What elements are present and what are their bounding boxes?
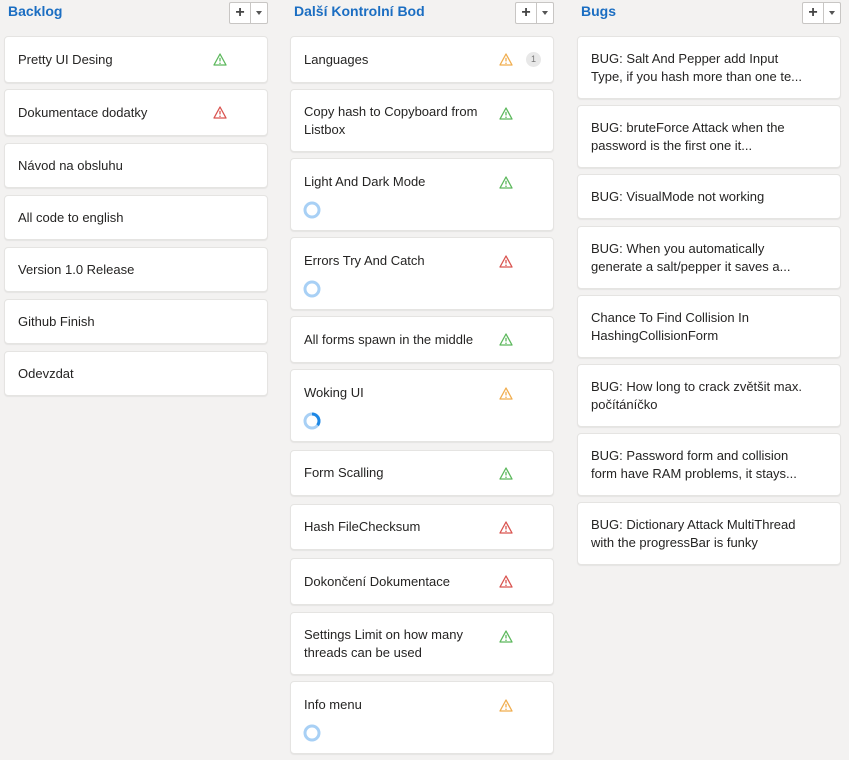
card[interactable]: Hash FileChecksum	[290, 504, 554, 550]
card-title: Návod na obsluhu	[18, 158, 123, 173]
column-menu-button[interactable]	[824, 3, 840, 23]
card-title: Dokumentace dodatky	[18, 105, 148, 120]
add-card-button[interactable]: +	[230, 3, 251, 23]
card[interactable]: Dokumentace dodatky	[4, 89, 268, 136]
card-title: BUG: When you automatically generate a s…	[591, 241, 791, 274]
card[interactable]: Woking UI	[290, 369, 554, 442]
card-title: BUG: Salt And Pepper add Input Type, if …	[591, 51, 803, 84]
column-actions: +	[802, 2, 841, 24]
card[interactable]: BUG: Dictionary Attack MultiThread with …	[577, 502, 841, 565]
column-bugs: Bugs + BUG: Salt And Pepper add Input Ty…	[577, 0, 843, 565]
card-title: Form Scalling	[304, 465, 384, 480]
warning-icon	[499, 575, 513, 588]
card[interactable]: Form Scalling	[290, 450, 554, 496]
card[interactable]: Version 1.0 Release	[4, 247, 268, 292]
card[interactable]: Info menu	[290, 681, 554, 754]
column-title[interactable]: Další Kontrolní Bod	[294, 3, 425, 19]
column-menu-button[interactable]	[251, 3, 267, 23]
card[interactable]: BUG: When you automatically generate a s…	[577, 226, 841, 289]
card[interactable]: BUG: VisualMode not working	[577, 174, 841, 219]
card-title: Settings Limit on how many threads can b…	[304, 627, 463, 660]
warning-icon	[499, 107, 513, 120]
card-title: Pretty UI Desing	[18, 52, 113, 67]
warning-icon	[499, 699, 513, 712]
plus-icon: +	[235, 4, 245, 21]
card[interactable]: Copy hash to Copyboard from Listbox	[290, 89, 554, 152]
warning-icon	[499, 333, 513, 346]
count-badge: 1	[526, 52, 541, 67]
column-header: Backlog +	[4, 0, 270, 30]
card[interactable]: Pretty UI Desing	[4, 36, 268, 83]
card[interactable]: Errors Try And Catch	[290, 237, 554, 310]
card-title: Odevzdat	[18, 366, 74, 381]
card-title: BUG: How long to crack zvětšit max. počí…	[591, 379, 802, 412]
plus-icon: +	[808, 4, 818, 21]
card[interactable]: Github Finish	[4, 299, 268, 344]
card[interactable]: Light And Dark Mode	[290, 158, 554, 231]
progress-ring-icon	[303, 724, 321, 742]
warning-icon	[499, 521, 513, 534]
add-card-button[interactable]: +	[803, 3, 824, 23]
card[interactable]: BUG: bruteForce Attack when the password…	[577, 105, 841, 168]
card-title: Hash FileChecksum	[304, 519, 421, 534]
warning-icon	[499, 255, 513, 268]
column-header: Další Kontrolní Bod +	[290, 0, 556, 30]
column-dalsi-kontrolni-bod: Další Kontrolní Bod + Languages 1 Copy has…	[290, 0, 556, 754]
card[interactable]: All forms spawn in the middle	[290, 316, 554, 363]
warning-icon	[499, 53, 513, 66]
column-actions: +	[229, 2, 268, 24]
card[interactable]: BUG: Salt And Pepper add Input Type, if …	[577, 36, 841, 99]
warning-icon	[213, 53, 227, 66]
card-title: Dokončení Dokumentace	[304, 574, 450, 589]
warning-icon	[499, 387, 513, 400]
chevron-down-icon	[256, 11, 262, 15]
column-title[interactable]: Bugs	[581, 3, 616, 19]
card-title: Info menu	[304, 697, 362, 712]
card-title: BUG: Dictionary Attack MultiThread with …	[591, 517, 796, 550]
card[interactable]: BUG: Password form and collision form ha…	[577, 433, 841, 496]
card-title: All code to english	[18, 210, 124, 225]
progress-ring-icon	[303, 201, 321, 219]
card-title: Languages	[304, 52, 369, 67]
add-card-button[interactable]: +	[516, 3, 537, 23]
warning-icon	[499, 176, 513, 189]
progress-ring-icon	[303, 280, 321, 298]
card-title: Github Finish	[18, 314, 95, 329]
chevron-down-icon	[829, 11, 835, 15]
card-title: Light And Dark Mode	[304, 174, 426, 189]
column-backlog: Backlog + Pretty UI Desing Dokumentace do…	[4, 0, 270, 396]
card[interactable]: BUG: How long to crack zvětšit max. počí…	[577, 364, 841, 427]
column-header: Bugs +	[577, 0, 843, 30]
card-title: Copy hash to Copyboard from Listbox	[304, 104, 478, 137]
card[interactable]: All code to english	[4, 195, 268, 240]
card[interactable]: Languages 1	[290, 36, 554, 83]
card-title: Errors Try And Catch	[304, 253, 425, 268]
card-title: Woking UI	[304, 385, 364, 400]
column-title[interactable]: Backlog	[8, 3, 62, 19]
column-menu-button[interactable]	[537, 3, 553, 23]
chevron-down-icon	[542, 11, 548, 15]
warning-icon	[499, 467, 513, 480]
card[interactable]: Dokončení Dokumentace	[290, 558, 554, 605]
card-title: BUG: Password form and collision form ha…	[591, 448, 797, 481]
progress-ring-icon	[303, 412, 321, 430]
card-title: BUG: bruteForce Attack when the password…	[591, 120, 785, 153]
column-actions: +	[515, 2, 554, 24]
plus-icon: +	[521, 4, 531, 21]
card[interactable]: Chance To Find Collision In HashingColli…	[577, 295, 841, 358]
warning-icon	[499, 630, 513, 643]
warning-icon	[213, 106, 227, 119]
card-title: All forms spawn in the middle	[304, 332, 474, 347]
card[interactable]: Settings Limit on how many threads can b…	[290, 612, 554, 675]
card-title: BUG: VisualMode not working	[591, 189, 765, 204]
card[interactable]: Odevzdat	[4, 351, 268, 396]
card[interactable]: Návod na obsluhu	[4, 143, 268, 188]
card-title: Version 1.0 Release	[18, 262, 135, 277]
card-title: Chance To Find Collision In HashingColli…	[591, 310, 750, 343]
